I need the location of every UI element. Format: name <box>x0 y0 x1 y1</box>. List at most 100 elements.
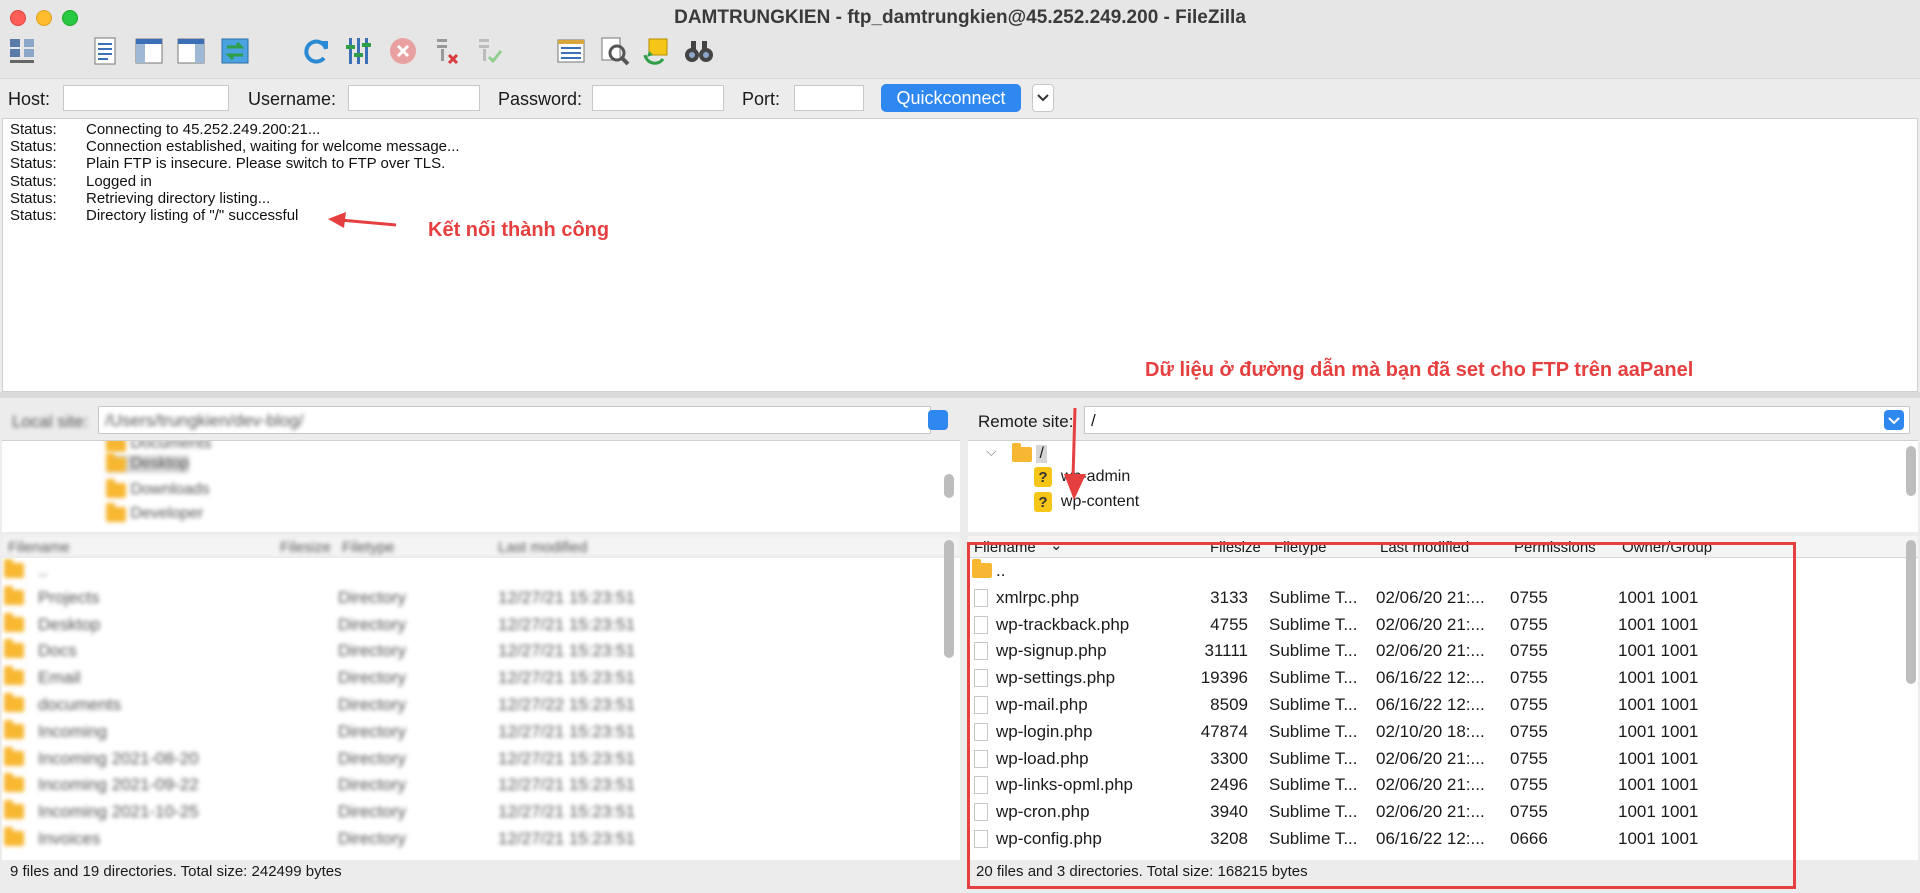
filetype-cell: Directory <box>338 775 407 795</box>
filetype-cell: Directory <box>338 721 407 741</box>
modified-cell: 12/27/21 15:23:51 <box>498 748 636 768</box>
toggle-remote-tree-icon[interactable] <box>174 34 208 68</box>
window-title: DAMTRUNGKIEN - ftp_damtrungkien@45.252.2… <box>674 7 1246 28</box>
cancel-icon[interactable] <box>386 34 420 68</box>
chevron-down-icon <box>1037 94 1049 102</box>
host-input[interactable] <box>63 85 229 111</box>
folder-icon <box>4 773 24 793</box>
folder-icon <box>4 719 24 739</box>
tree-item[interactable]: Downloads <box>106 478 210 499</box>
filename-cell: .. <box>38 561 48 580</box>
unknown-folder-icon: ? <box>1034 492 1052 512</box>
log-line: Status: Plain FTP is insecure. Please swi… <box>10 155 446 172</box>
chevron-down-icon[interactable]: ⌵ <box>986 443 997 460</box>
search-remote-icon[interactable] <box>598 34 632 68</box>
filename-cell: Incoming <box>38 721 107 741</box>
folder-icon <box>4 800 24 820</box>
unknown-folder-icon: ? <box>1034 467 1052 487</box>
message-log[interactable]: Status: Connecting to 45.252.249.200:21..… <box>2 118 1918 392</box>
modified-cell: 12/27/21 15:23:51 <box>498 802 636 822</box>
filename-cell: Desktop <box>38 614 101 634</box>
toggle-log-icon[interactable] <box>88 34 122 68</box>
folder-icon <box>4 612 24 632</box>
remote-site-dropdown[interactable] <box>1884 410 1904 430</box>
tree-item[interactable]: Desktop <box>106 452 190 473</box>
local-tree-scrollbar[interactable] <box>944 474 954 498</box>
password-input[interactable] <box>592 85 724 111</box>
folder-icon <box>106 441 126 452</box>
quickconnect-history-dropdown[interactable] <box>1032 84 1054 112</box>
table-row[interactable]: Docs Directory 12/27/21 15:23:51 <box>2 638 960 665</box>
remote-site-bar: Remote site: / <box>968 400 1918 440</box>
toggle-local-tree-icon[interactable] <box>132 34 166 68</box>
modified-cell: 12/27/21 15:23:51 <box>498 587 636 607</box>
tree-item-root[interactable]: / <box>1012 442 1047 463</box>
filename-cell: Projects <box>38 587 100 607</box>
log-line: Status: Connection established, waiting f… <box>10 138 460 155</box>
filetype-cell: Directory <box>338 802 407 822</box>
table-row[interactable]: Incoming 2021-09-22 Directory 12/27/21 15:… <box>2 772 960 799</box>
success-annotation: Kết nối thành công <box>428 219 610 241</box>
folder-icon <box>4 559 24 578</box>
table-row[interactable]: .. <box>2 558 960 585</box>
log-line: Status: Logged in <box>10 173 152 190</box>
directory-compare-icon[interactable] <box>554 34 588 68</box>
remote-tree-scrollbar[interactable] <box>1906 446 1916 496</box>
table-row[interactable]: Incoming 2021-08-20 Directory 12/27/21 15:… <box>2 746 960 773</box>
local-site-path-input[interactable]: /Users/trungkien/dev-blog/ <box>98 406 931 434</box>
table-row[interactable]: Email Directory 12/27/21 15:23:51 <box>2 665 960 692</box>
username-input[interactable] <box>348 85 480 111</box>
table-row[interactable]: Invoices Directory 12/27/21 15:23:51 <box>2 826 960 853</box>
tree-item[interactable]: Developer <box>106 502 203 523</box>
sync-browse-icon[interactable] <box>640 34 674 68</box>
modified-cell: 12/27/21 15:23:51 <box>498 775 636 795</box>
remote-directory-tree[interactable]: ⌵ / ? wp-admin ? wp-content <box>968 440 1918 532</box>
table-row[interactable]: Projects Directory 12/27/21 15:23:51 <box>2 585 960 612</box>
transfer-queue-icon[interactable] <box>218 34 252 68</box>
local-status-bar: 9 files and 19 directories. Total size: … <box>2 860 960 884</box>
folder-icon <box>4 666 24 686</box>
modified-cell: 12/27/21 15:23:51 <box>498 641 636 661</box>
filetype-cell: Directory <box>338 587 407 607</box>
process-queue-icon[interactable] <box>342 34 376 68</box>
column-header[interactable]: Filetype <box>342 539 395 556</box>
find-files-icon[interactable] <box>682 34 716 68</box>
filetype-cell: Directory <box>338 748 407 768</box>
remote-site-path-input[interactable]: / <box>1084 406 1910 434</box>
filename-cell: Email <box>38 668 81 688</box>
filename-cell: Incoming 2021-08-20 <box>38 748 199 768</box>
local-list-header: Filename Filesize Filetype Last modified <box>2 536 960 558</box>
refresh-icon[interactable] <box>299 34 333 68</box>
column-header[interactable]: Last modified <box>498 539 587 556</box>
port-input[interactable] <box>794 85 864 111</box>
table-row[interactable]: Incoming 2021-10-25 Directory 12/27/21 15:… <box>2 799 960 826</box>
panel-divider[interactable] <box>0 392 1920 398</box>
local-directory-tree[interactable]: Documents Desktop Downloads Developer <box>2 440 960 532</box>
modified-cell: 12/27/21 15:23:51 <box>498 668 636 688</box>
local-file-list[interactable]: .. Projects Directory 12/27/21 15:23:51 Desk… <box>2 558 960 860</box>
site-manager-icon[interactable] <box>6 34 40 68</box>
reconnect-icon[interactable] <box>472 34 506 68</box>
local-site-dropdown[interactable] <box>928 410 948 430</box>
disconnect-icon[interactable] <box>430 34 464 68</box>
column-header[interactable]: Filename <box>8 539 70 556</box>
table-row[interactable]: Desktop Directory 12/27/21 15:23:51 <box>2 612 960 639</box>
quickconnect-button[interactable]: Quickconnect <box>881 84 1021 112</box>
folder-icon <box>106 452 126 472</box>
folder-icon <box>4 746 24 766</box>
folder-icon <box>4 585 24 605</box>
table-row[interactable]: Incoming Directory 12/27/21 15:23:51 <box>2 719 960 746</box>
filename-cell: documents <box>38 695 122 714</box>
column-header[interactable]: Filesize <box>280 539 331 556</box>
username-label: Username: <box>248 89 337 109</box>
main-toolbar <box>0 34 1920 78</box>
local-list-scrollbar[interactable] <box>944 540 954 658</box>
remote-list-scrollbar[interactable] <box>1906 540 1916 684</box>
modified-cell: 12/27/21 15:23:51 <box>498 614 636 634</box>
data-path-annotation: Dữ liệu ở đường dẫn mà bạn đã set cho FT… <box>1145 359 1694 381</box>
table-row[interactable]: documents Directory 12/27/22 15:23:51 <box>2 692 960 719</box>
folder-icon <box>1012 442 1032 462</box>
tree-item[interactable]: Documents <box>106 441 211 453</box>
modified-cell: 12/27/22 15:23:51 <box>498 695 636 714</box>
folder-icon <box>4 693 24 712</box>
